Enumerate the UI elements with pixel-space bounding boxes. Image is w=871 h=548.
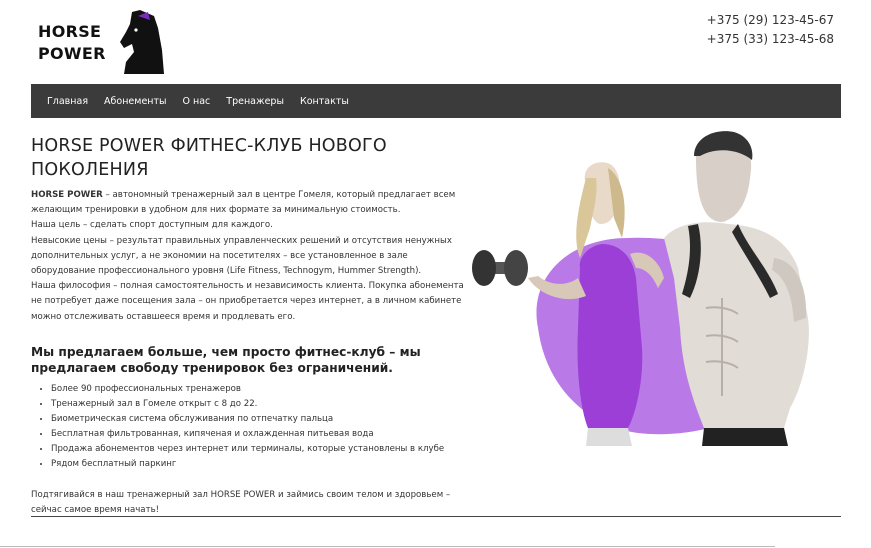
phone-2[interactable]: +375 (33) 123-45-68 — [707, 30, 834, 49]
intro-line: Наша философия – полная самостоятельност… — [31, 281, 464, 292]
footer-divider — [31, 516, 841, 517]
intro-line: желающим тренировки в удобном для них фо… — [31, 205, 401, 216]
page-title: HORSE POWER ФИТНЕС-КЛУБ НОВОГО ПОКОЛЕНИЯ — [31, 136, 387, 180]
nav-subscriptions[interactable]: Абонементы — [104, 96, 166, 107]
nav-contacts[interactable]: Контакты — [300, 96, 349, 107]
intro-line: дополнительных услуг, а не экономии на п… — [31, 250, 408, 261]
feature-item: Бесплатная фильтрованная, кипяченая и ох… — [51, 427, 471, 442]
intro-line: Наша цель – сделать спорт доступным для … — [31, 220, 273, 231]
nav-home[interactable]: Главная — [47, 96, 88, 107]
feature-item: Тренажерный зал в Гомеле открыт с 8 до 2… — [51, 397, 471, 412]
feature-item: Биометрическая система обслуживания по о… — [51, 412, 471, 427]
intro-line: HORSE POWER – автономный тренажерный зал… — [31, 188, 471, 203]
intro-brand: HORSE POWER — [31, 190, 103, 200]
section-subtitle: Мы предлагаем больше, чем просто фитнес-… — [31, 344, 421, 375]
hero-fitness-image — [472, 131, 809, 446]
nav-equipment[interactable]: Тренажеры — [226, 96, 284, 107]
intro-line: оборудование профессионального уровня (L… — [31, 266, 422, 277]
header-phones: +375 (29) 123-45-67 +375 (33) 123-45-68 — [707, 11, 834, 49]
closing-text: Подтягивайся в наш тренажерный зал HORSE… — [31, 489, 451, 515]
nav-about[interactable]: О нас — [183, 96, 211, 107]
intro-line: не потребует даже посещения зала – он пр… — [31, 296, 462, 307]
features-list: Более 90 профессиональных тренажеров Тре… — [31, 382, 471, 472]
main-nav: Главная Абонементы О нас Тренажеры Конта… — [31, 84, 841, 118]
logo-text: HORSE POWER — [38, 21, 106, 65]
intro-line-text: – автономный тренажерный зал в центре Го… — [102, 190, 456, 200]
feature-item: Продажа абонементов через интернет или т… — [51, 442, 471, 457]
intro-text: HORSE POWER – автономный тренажерный зал… — [31, 188, 471, 325]
feature-item: Более 90 профессиональных тренажеров — [51, 382, 471, 397]
horse-head-icon — [120, 10, 164, 74]
site-logo[interactable]: HORSE POWER — [38, 10, 168, 76]
main-content: HORSE POWER ФИТНЕС-КЛУБ НОВОГО ПОКОЛЕНИЯ… — [31, 134, 471, 518]
phone-1[interactable]: +375 (29) 123-45-67 — [707, 11, 834, 30]
intro-line: можно отслеживать оставшееся время и про… — [31, 311, 296, 322]
logo-line-2: POWER — [38, 44, 106, 63]
bottom-divider — [0, 546, 775, 547]
feature-item: Рядом бесплатный паркинг — [51, 457, 471, 472]
logo-line-1: HORSE — [38, 22, 102, 41]
intro-line: Невысокие цены – результат правильных уп… — [31, 235, 452, 246]
